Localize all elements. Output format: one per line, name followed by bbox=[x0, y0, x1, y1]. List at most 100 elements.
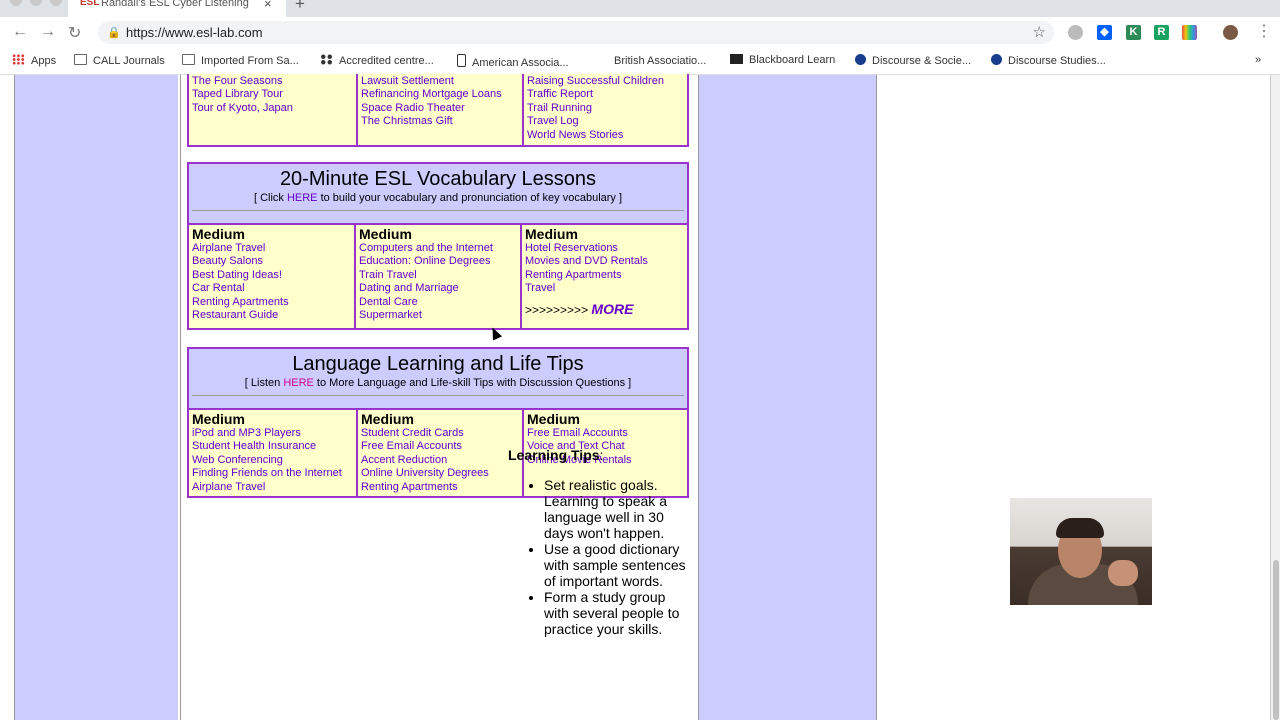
lessons-col-1: The Four Seasons Taped Library Tour Tour… bbox=[189, 74, 356, 145]
sage-icon bbox=[855, 54, 866, 65]
tip-link[interactable]: Finding Friends on the Internet bbox=[192, 467, 353, 480]
bookmarks-overflow-icon[interactable]: » bbox=[1255, 54, 1261, 66]
lock-icon[interactable]: 🔒 bbox=[107, 26, 121, 39]
r-extension-icon[interactable]: R bbox=[1154, 25, 1169, 40]
left-sidebar bbox=[14, 75, 178, 720]
tip-link[interactable]: Renting Apartments bbox=[361, 481, 519, 494]
window-minimize-icon[interactable] bbox=[30, 0, 42, 6]
lesson-link[interactable]: World News Stories bbox=[527, 129, 684, 142]
vocab-link[interactable]: Hotel Reservations bbox=[525, 242, 684, 255]
blank-icon bbox=[595, 54, 608, 65]
level-label: Medium bbox=[527, 411, 580, 427]
lesson-link[interactable]: Tour of Kyoto, Japan bbox=[192, 102, 353, 115]
presenter-hand bbox=[1108, 560, 1138, 586]
vocab-link[interactable]: Restaurant Guide bbox=[192, 309, 351, 322]
tip-link[interactable]: Free Email Accounts bbox=[361, 440, 519, 453]
lesson-link[interactable]: Space Radio Theater bbox=[361, 102, 519, 115]
vocabulary-col-2: Medium Computers and the Internet Educat… bbox=[354, 225, 520, 328]
more-link[interactable]: >>>>>>>>> MORE bbox=[525, 302, 684, 317]
bookmark-discourse-studies[interactable]: Discourse Studies... bbox=[991, 54, 1106, 67]
vocab-link[interactable]: Train Travel bbox=[359, 269, 517, 282]
bookmark-call-journals[interactable]: CALL Journals bbox=[74, 54, 165, 67]
tip-link[interactable]: Student Credit Cards bbox=[361, 427, 519, 440]
reload-icon[interactable]: ↻ bbox=[68, 23, 81, 43]
menu-dots-icon[interactable]: ⋮ bbox=[1256, 21, 1272, 41]
bookmark-accredited[interactable]: Accredited centre... bbox=[320, 54, 434, 67]
vocabulary-col-1: Medium Airplane Travel Beauty Salons Bes… bbox=[189, 225, 354, 328]
lesson-link[interactable]: The Christmas Gift bbox=[361, 115, 519, 128]
bookmark-imported[interactable]: Imported From Sa... bbox=[182, 54, 299, 67]
color-extension-icon[interactable] bbox=[1182, 25, 1197, 40]
tip-link[interactable]: Airplane Travel bbox=[192, 481, 353, 494]
learning-tips-list: Set realistic goals. Learning to speak a… bbox=[508, 477, 688, 637]
life-tips-col-1: Medium iPod and MP3 Players Student Heal… bbox=[189, 410, 356, 496]
address-bar[interactable]: 🔒 https://www.esl-lab.com ☆ bbox=[98, 21, 1054, 44]
lesson-link[interactable]: Trail Running bbox=[527, 102, 684, 115]
vocab-link[interactable]: Travel bbox=[525, 282, 684, 295]
vocab-link[interactable]: Education: Online Degrees bbox=[359, 255, 517, 268]
learning-tips: Learning Tips: Set realistic goals. Lear… bbox=[508, 447, 688, 637]
new-tab-icon[interactable]: + bbox=[295, 0, 305, 14]
tip-link[interactable]: iPod and MP3 Players bbox=[192, 427, 353, 440]
divider bbox=[192, 210, 684, 211]
lesson-link[interactable]: The Four Seasons bbox=[192, 75, 353, 88]
vocab-link[interactable]: Renting Apartments bbox=[192, 296, 351, 309]
bookmark-apps[interactable]: Apps bbox=[12, 54, 56, 67]
list-item: Set realistic goals. Learning to speak a… bbox=[544, 477, 688, 541]
webcam-overlay bbox=[1010, 498, 1152, 605]
profile-avatar[interactable] bbox=[1223, 25, 1238, 40]
life-tips-here-link[interactable]: HERE bbox=[283, 377, 314, 389]
tip-link[interactable]: Free Email Accounts bbox=[527, 427, 684, 440]
vocab-link[interactable]: Beauty Salons bbox=[192, 255, 351, 268]
vocabulary-subtitle: [ Click HERE to build your vocabulary an… bbox=[253, 192, 623, 204]
scrollbar-thumb[interactable] bbox=[1273, 560, 1279, 720]
vocab-link[interactable]: Dating and Marriage bbox=[359, 282, 517, 295]
tab-active[interactable]: ESL Randall's ESL Cyber Listening × bbox=[68, 0, 286, 17]
window-close-icon[interactable] bbox=[10, 0, 22, 6]
tab-close-icon[interactable]: × bbox=[264, 0, 272, 11]
lesson-link[interactable]: Taped Library Tour bbox=[192, 88, 353, 101]
lesson-link[interactable]: Refinancing Mortgage Loans bbox=[361, 88, 519, 101]
url-text[interactable]: https://www.esl-lab.com bbox=[126, 25, 263, 40]
vocab-link[interactable]: Supermarket bbox=[359, 309, 517, 322]
apps-grid-icon bbox=[12, 54, 25, 65]
kami-extension-icon[interactable]: K bbox=[1126, 25, 1141, 40]
tip-link[interactable]: Student Health Insurance bbox=[192, 440, 353, 453]
drive-extension-icon[interactable] bbox=[1068, 25, 1083, 40]
lesson-link[interactable]: Lawsuit Settlement bbox=[361, 75, 519, 88]
tab-strip: ESL Randall's ESL Cyber Listening × + bbox=[0, 0, 1280, 17]
vocabulary-here-link[interactable]: HERE bbox=[287, 192, 318, 204]
bookmark-star-icon[interactable]: ☆ bbox=[1033, 23, 1046, 41]
level-label: Medium bbox=[361, 411, 414, 427]
presenter-hair bbox=[1056, 518, 1104, 538]
window-zoom-icon[interactable] bbox=[50, 0, 62, 6]
dropbox-extension-icon[interactable]: ◆ bbox=[1097, 25, 1112, 40]
tip-link[interactable]: Online University Degrees bbox=[361, 467, 519, 480]
vocabulary-header: 20-Minute ESL Vocabulary Lessons [ Click… bbox=[189, 164, 687, 225]
lessons-box-partial: The Four Seasons Taped Library Tour Tour… bbox=[187, 74, 689, 147]
vocab-link[interactable]: Renting Apartments bbox=[525, 269, 684, 282]
tip-link[interactable]: Accent Reduction bbox=[361, 454, 519, 467]
blackboard-icon bbox=[730, 54, 743, 64]
lesson-link[interactable]: Traffic Report bbox=[527, 88, 684, 101]
lesson-link[interactable]: Travel Log bbox=[527, 115, 684, 128]
vocabulary-col-3: Medium Hotel Reservations Movies and DVD… bbox=[520, 225, 687, 328]
vocab-link[interactable]: Car Rental bbox=[192, 282, 351, 295]
bookmark-blackboard[interactable]: Blackboard Learn bbox=[730, 54, 835, 66]
toolbar: ← → ↻ 🔒 https://www.esl-lab.com ☆ ◆ K R … bbox=[0, 17, 1280, 49]
vocab-link[interactable]: Dental Care bbox=[359, 296, 517, 309]
level-label: Medium bbox=[192, 411, 245, 427]
tip-link[interactable]: Web Conferencing bbox=[192, 454, 353, 467]
bookmark-british[interactable]: British Associatio... bbox=[595, 54, 706, 67]
lesson-link[interactable]: Raising Successful Children bbox=[527, 75, 684, 88]
vocab-link[interactable]: Airplane Travel bbox=[192, 242, 351, 255]
vocab-link[interactable]: Best Dating Ideas! bbox=[192, 269, 351, 282]
vocab-link[interactable]: Movies and DVD Rentals bbox=[525, 255, 684, 268]
lessons-col-2: Lawsuit Settlement Refinancing Mortgage … bbox=[356, 74, 522, 145]
life-tips-col-2: Medium Student Credit Cards Free Email A… bbox=[356, 410, 522, 496]
forward-icon[interactable]: → bbox=[40, 23, 56, 41]
vocab-link[interactable]: Computers and the Internet bbox=[359, 242, 517, 255]
back-icon[interactable]: ← bbox=[12, 23, 28, 41]
bookmark-discourse-society[interactable]: Discourse & Socie... bbox=[855, 54, 971, 67]
bookmark-american[interactable]: American Associa... bbox=[457, 54, 569, 69]
